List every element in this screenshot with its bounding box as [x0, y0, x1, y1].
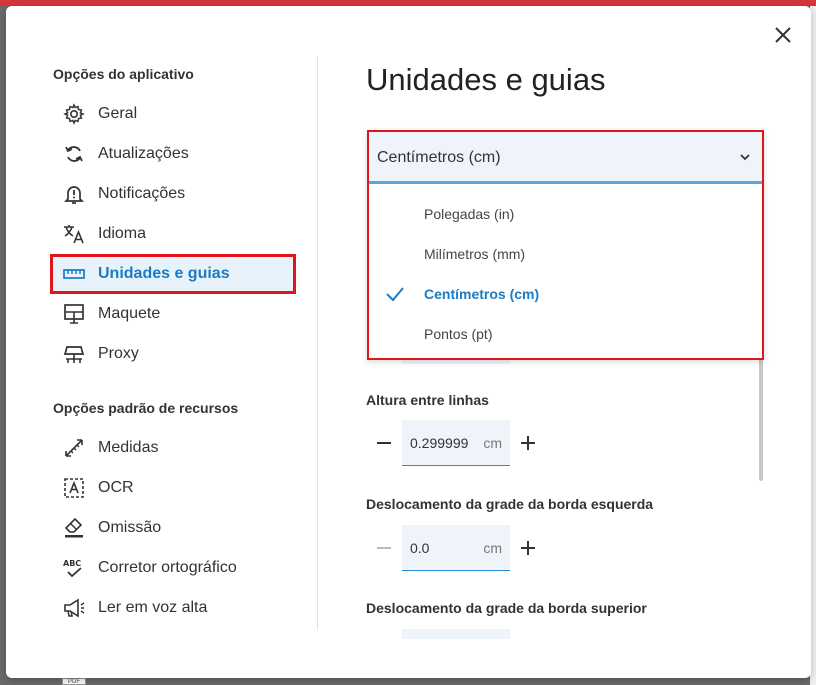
spellcheck-icon: ABC [56, 548, 92, 588]
sidebar-item-omissao[interactable]: Omissão [50, 508, 296, 548]
sidebar-item-corretor-ortografico[interactable]: ABC Corretor ortográfico [50, 548, 296, 588]
line-height-stepper: 0.299999 cm [366, 420, 546, 466]
megaphone-icon [56, 588, 92, 628]
sidebar-item-ocr[interactable]: OCR [50, 468, 296, 508]
sidebar-item-maquete[interactable]: Maquete [50, 294, 296, 334]
sidebar-item-label: Atualizações [98, 145, 189, 162]
sidebar-item-label: Notificações [98, 185, 186, 202]
sidebar: Opções do aplicativo Geral Atualizações … [6, 6, 318, 678]
scrollbar[interactable] [759, 356, 763, 481]
measure-icon [56, 428, 92, 468]
page-title: Unidades e guias [366, 62, 606, 97]
units-option-milimetros[interactable]: Milímetros (mm) [369, 234, 762, 274]
left-offset-label: Deslocamento da grade da borda esquerda [366, 496, 654, 512]
check-icon [386, 287, 404, 302]
left-offset-stepper: 0.0 cm [366, 525, 546, 571]
sidebar-item-label: Geral [98, 105, 138, 122]
line-height-decrement-button[interactable] [374, 433, 394, 453]
sidebar-item-label: OCR [98, 479, 134, 496]
left-offset-input[interactable]: 0.0 cm [402, 525, 510, 571]
line-height-unit: cm [483, 435, 502, 451]
sidebar-item-label: Ler em voz alta [98, 599, 208, 616]
chevron-down-icon [740, 154, 750, 161]
ruler-icon [56, 254, 92, 294]
bell-alert-icon [56, 174, 92, 214]
ocr-icon [56, 468, 92, 508]
app-options-heading: Opções do aplicativo [53, 66, 194, 82]
sidebar-item-proxy[interactable]: Proxy [50, 334, 296, 374]
layout-icon [56, 294, 92, 334]
svg-text:ABC: ABC [63, 559, 81, 568]
option-label: Polegadas (in) [424, 206, 515, 222]
left-offset-value: 0.0 [410, 540, 430, 556]
minus-icon [377, 547, 391, 549]
refresh-icon [56, 134, 92, 174]
plus-icon [521, 541, 535, 555]
sidebar-item-notificacoes[interactable]: Notificações [50, 174, 296, 214]
units-select[interactable]: Centímetros (cm) [369, 132, 762, 184]
option-label: Milímetros (mm) [424, 246, 526, 262]
units-option-polegadas[interactable]: Polegadas (in) [369, 194, 762, 234]
left-offset-decrement-button[interactable] [374, 538, 394, 558]
sidebar-item-atualizacoes[interactable]: Atualizações [50, 134, 296, 174]
sidebar-item-idioma[interactable]: Idioma [50, 214, 296, 254]
sidebar-item-label: Corretor ortográfico [98, 559, 237, 576]
sidebar-item-label: Idioma [98, 225, 147, 242]
gear-icon [56, 94, 92, 134]
preferences-dialog: Opções do aplicativo Geral Atualizações … [6, 6, 811, 678]
sidebar-item-label: Maquete [98, 305, 161, 322]
sidebar-item-unidades-e-guias[interactable]: Unidades e guias [50, 254, 296, 294]
sidebar-item-label: Proxy [98, 345, 139, 362]
units-option-centimetros[interactable]: Centímetros (cm) [369, 274, 762, 314]
left-offset-increment-button[interactable] [518, 538, 538, 558]
plus-icon [521, 436, 535, 450]
units-dropdown: Centímetros (cm) Polegadas (in) Milímetr… [367, 130, 764, 360]
minus-icon [377, 442, 391, 444]
option-label: Centímetros (cm) [424, 286, 540, 302]
line-height-input[interactable]: 0.299999 cm [402, 420, 510, 466]
translate-icon [56, 214, 92, 254]
units-selected-value: Centímetros (cm) [377, 149, 501, 166]
sidebar-item-label: Medidas [98, 439, 159, 456]
resource-options-heading: Opções padrão de recursos [53, 400, 239, 416]
option-label: Pontos (pt) [424, 326, 493, 342]
sidebar-item-label: Omissão [98, 519, 162, 536]
line-height-label: Altura entre linhas [366, 392, 489, 408]
sidebar-item-label: Unidades e guias [98, 265, 230, 282]
eraser-icon [56, 508, 92, 548]
left-offset-unit: cm [483, 540, 502, 556]
sidebar-item-geral[interactable]: Geral [50, 94, 296, 134]
line-height-increment-button[interactable] [518, 433, 538, 453]
pdf-thumbnail: PDF [62, 678, 86, 685]
top-offset-label: Deslocamento da grade da borda superior [366, 600, 647, 616]
network-icon [56, 334, 92, 374]
units-option-pontos[interactable]: Pontos (pt) [369, 314, 762, 354]
settings-panel: Unidades e guias Altura entre linhas 0.2… [318, 6, 811, 678]
top-offset-input[interactable] [402, 629, 510, 639]
sidebar-item-medidas[interactable]: Medidas [50, 428, 296, 468]
line-height-value: 0.299999 [410, 435, 469, 451]
sidebar-item-ler-em-voz-alta[interactable]: Ler em voz alta [50, 588, 296, 628]
